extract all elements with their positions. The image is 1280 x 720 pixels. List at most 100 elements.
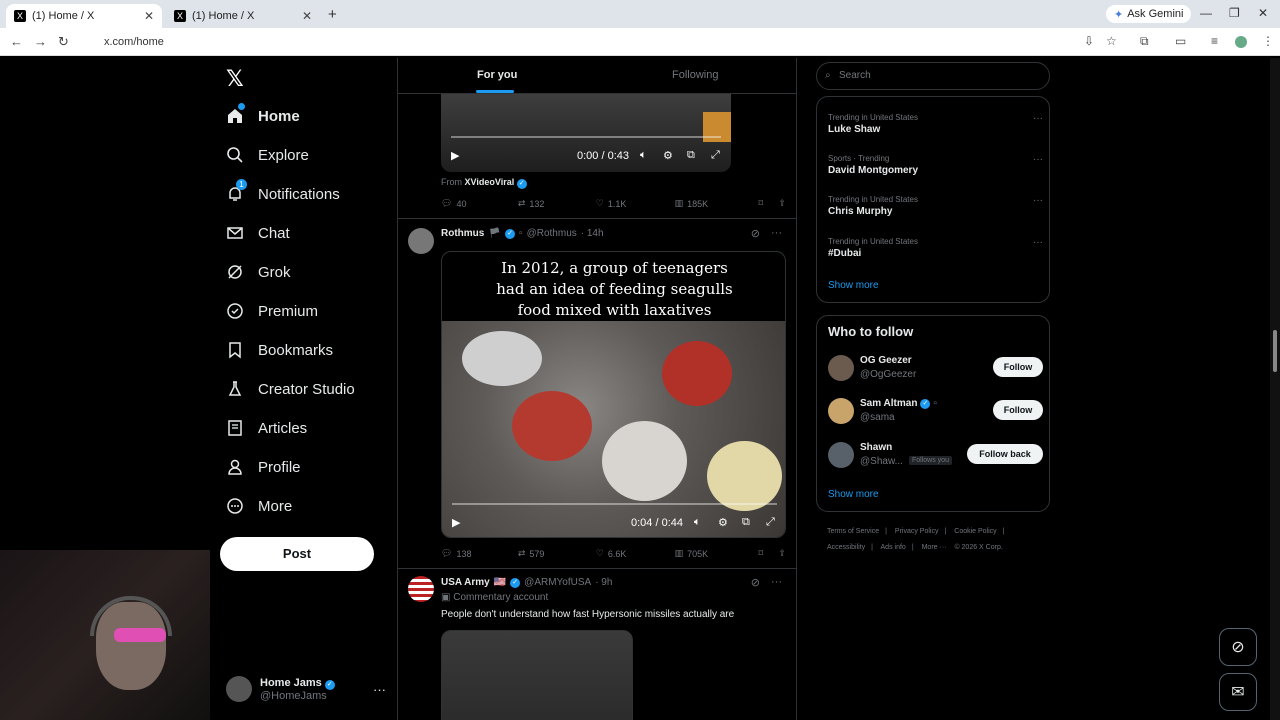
follow-suggestion[interactable]: Shawn @Shaw... Follows you Follow back — [828, 442, 1043, 472]
back-icon[interactable]: ← — [10, 34, 23, 49]
settings-icon[interactable]: ⚙ — [718, 516, 728, 529]
video-player[interactable]: ▶ 0:00 / 0:43 🔈︎ ⚙ ⧉ ⤢ — [441, 94, 731, 172]
tab-following[interactable]: Following — [672, 69, 718, 81]
grok-icon[interactable]: ⊘ — [751, 227, 760, 240]
close-window-icon[interactable]: ✕ — [1258, 6, 1268, 20]
video-player[interactable] — [441, 630, 633, 720]
author-handle[interactable]: @ARMYofUSA — [524, 577, 591, 588]
trend-more-icon[interactable]: ··· — [1033, 113, 1043, 124]
profile-avatar-icon[interactable] — [1235, 36, 1247, 48]
nav-notifications[interactable]: 1 Notifications — [226, 179, 340, 206]
video-progress-bar[interactable] — [452, 503, 777, 505]
nav-premium[interactable]: Premium — [226, 299, 318, 323]
grok-fab-button[interactable]: ⊘ — [1219, 628, 1257, 666]
account-more-icon[interactable]: ··· — [373, 682, 386, 697]
author-name[interactable]: USA Army — [441, 577, 490, 588]
nav-bookmarks[interactable]: Bookmarks — [226, 338, 333, 362]
footer-link[interactable]: Ads info — [881, 544, 906, 551]
pip-icon[interactable]: ⧉ — [742, 516, 750, 529]
restore-icon[interactable]: ❐ — [1229, 6, 1240, 20]
bookmark-star-icon[interactable]: ☆ — [1106, 34, 1117, 48]
browser-tab[interactable]: X (1) Home / X ✕ — [166, 4, 320, 28]
post-more-icon[interactable]: ··· — [771, 227, 782, 239]
post-more-icon[interactable]: ··· — [771, 576, 782, 588]
url-field[interactable]: x.com/home — [84, 32, 1080, 52]
from-name[interactable]: XVideoViral — [465, 177, 515, 187]
pip-icon[interactable]: ⧉ — [687, 149, 695, 162]
author-name[interactable]: Rothmus — [441, 228, 484, 239]
nav-profile[interactable]: Profile — [226, 455, 301, 479]
post-time[interactable]: · 9h — [595, 577, 612, 588]
x-logo-icon[interactable]: 𝕏 — [226, 66, 244, 92]
account-switcher[interactable]: Home Jams ✓ @HomeJams ··· — [226, 672, 386, 706]
nav-creator-studio[interactable]: Creator Studio — [226, 377, 355, 401]
bookmark-button[interactable]: ⌑ — [758, 198, 778, 209]
nav-home[interactable]: Home — [226, 103, 300, 128]
trend-more-icon[interactable]: ··· — [1033, 195, 1043, 206]
close-tab-icon[interactable]: ✕ — [144, 9, 154, 23]
settings-icon[interactable]: ⚙ — [663, 149, 673, 162]
reload-icon[interactable]: ↻ — [58, 34, 69, 50]
ask-gemini-button[interactable]: ✦ Ask Gemini — [1106, 5, 1192, 23]
nav-grok[interactable]: Grok — [226, 260, 291, 284]
follow-suggestion[interactable]: OG Geezer @OgGeezer Follow — [828, 355, 1043, 385]
nav-explore[interactable]: Explore — [226, 143, 309, 167]
follow-suggestion[interactable]: Sam Altman ✓ ▫ @sama Follow — [828, 398, 1043, 428]
video-progress-bar[interactable] — [451, 136, 721, 138]
share-icon[interactable]: ⇪ — [778, 198, 786, 209]
messages-fab-button[interactable]: ✉ — [1219, 673, 1257, 711]
volume-icon[interactable]: 🔈︎ — [694, 516, 701, 529]
trend-more-icon[interactable]: ··· — [1033, 237, 1043, 248]
follow-back-button[interactable]: Follow back — [967, 444, 1043, 464]
fullscreen-icon[interactable]: ⤢ — [766, 516, 775, 529]
author-handle[interactable]: @Rothmus — [527, 228, 577, 239]
views-button[interactable]: ▥ 185K — [675, 198, 759, 209]
install-icon[interactable]: ⇩ — [1084, 34, 1094, 48]
bookmark-button[interactable]: ⌑ — [758, 548, 778, 559]
volume-icon[interactable]: 🔈︎ — [640, 149, 647, 162]
minimize-icon[interactable]: — — [1200, 6, 1212, 20]
footer-link[interactable]: Cookie Policy — [954, 528, 996, 535]
scrollbar-thumb[interactable] — [1273, 330, 1277, 372]
trend-more-icon[interactable]: ··· — [1033, 154, 1043, 165]
new-tab-button[interactable]: + — [328, 6, 337, 23]
reply-button[interactable]: 💬︎ 138 — [441, 548, 518, 559]
avatar[interactable] — [408, 576, 434, 602]
follow-button[interactable]: Follow — [993, 400, 1043, 420]
menu-kebab-icon[interactable]: ⋮ — [1262, 34, 1274, 48]
play-icon[interactable]: ▶ — [451, 149, 459, 162]
follow-show-more-link[interactable]: Show more — [828, 489, 879, 500]
play-icon[interactable]: ▶ — [452, 516, 460, 529]
trend-item[interactable]: Trending in United States Luke Shaw ··· — [828, 113, 1043, 135]
trend-item[interactable]: Trending in United States #Dubai ··· — [828, 237, 1043, 259]
repost-button[interactable]: ⇄ 132 — [518, 198, 596, 209]
forward-icon[interactable]: → — [34, 34, 47, 49]
nav-more[interactable]: More — [226, 494, 292, 518]
video-player[interactable]: In 2012, a group of teenagers had an ide… — [441, 251, 786, 538]
like-button[interactable]: ♡ 1.1K — [596, 198, 675, 209]
post-button[interactable]: Post — [220, 537, 374, 571]
footer-link[interactable]: Privacy Policy — [895, 528, 939, 535]
footer-link[interactable]: Terms of Service — [827, 528, 879, 535]
fullscreen-icon[interactable]: ⤢ — [711, 149, 720, 162]
reply-button[interactable]: 💬︎ 40 — [441, 198, 518, 209]
nav-chat[interactable]: Chat — [226, 221, 290, 245]
trend-item[interactable]: Sports · Trending David Montgomery ··· — [828, 154, 1043, 176]
media-icon[interactable]: ≡ — [1211, 34, 1218, 48]
footer-link[interactable]: More ··· — [922, 544, 947, 551]
share-icon[interactable]: ⇪ — [778, 548, 786, 559]
tab-for-you[interactable]: For you — [477, 69, 517, 81]
close-tab-icon[interactable]: ✕ — [302, 9, 312, 23]
like-button[interactable]: ♡ 6.6K — [596, 548, 675, 559]
views-button[interactable]: ▥ 705K — [675, 548, 759, 559]
extensions-icon[interactable]: ⧉ — [1140, 34, 1149, 49]
browser-tab-active[interactable]: X (1) Home / X ✕ — [6, 4, 162, 28]
avatar[interactable] — [408, 228, 434, 254]
footer-link[interactable]: Accessibility — [827, 544, 865, 551]
follow-button[interactable]: Follow — [993, 357, 1043, 377]
trend-item[interactable]: Trending in United States Chris Murphy ·… — [828, 195, 1043, 217]
page-scrollbar[interactable] — [1270, 58, 1280, 720]
grok-icon[interactable]: ⊘ — [751, 576, 760, 589]
trends-show-more-link[interactable]: Show more — [828, 280, 879, 291]
cast-icon[interactable]: ▭ — [1175, 34, 1186, 48]
